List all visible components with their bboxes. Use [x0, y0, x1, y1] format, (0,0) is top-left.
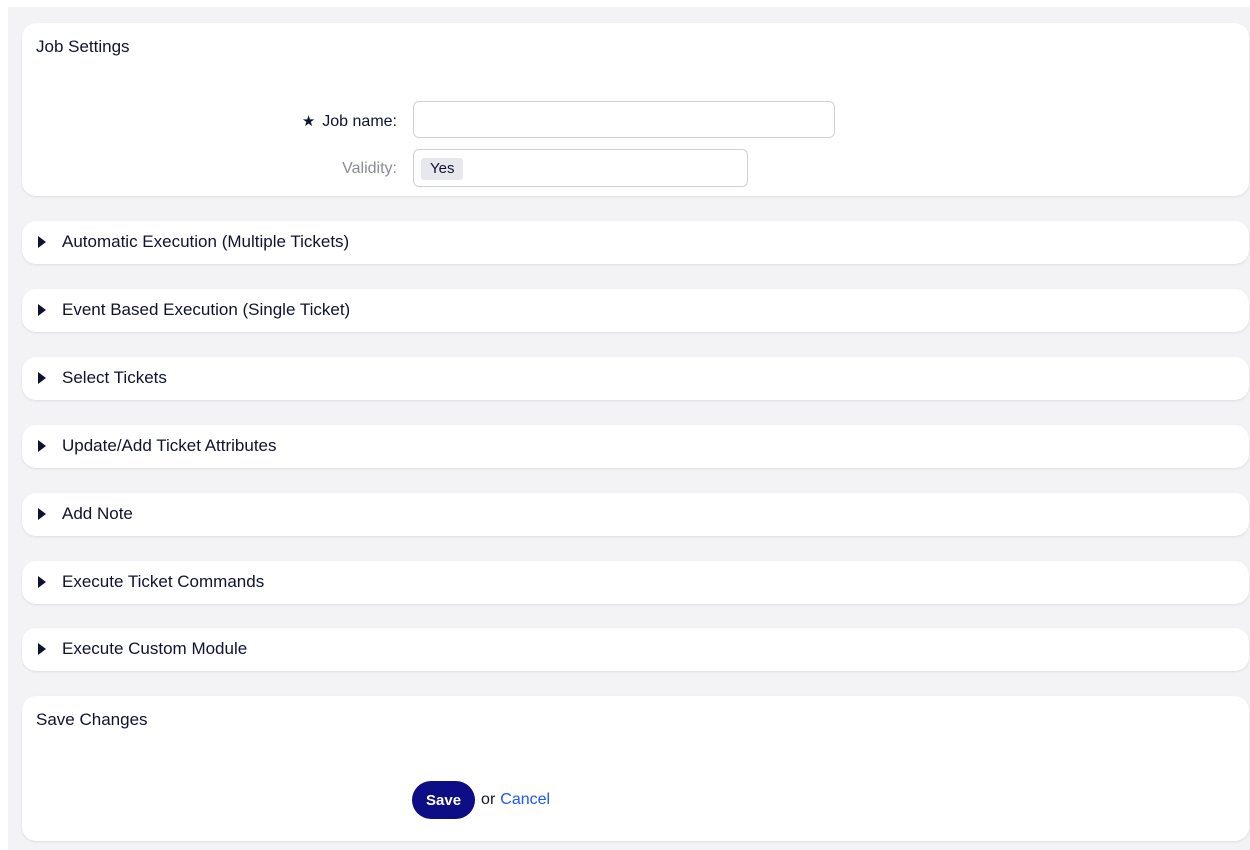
section-label: Event Based Execution (Single Ticket) [62, 300, 351, 319]
cancel-link[interactable]: Cancel [500, 791, 550, 809]
caret-right-icon [38, 372, 46, 384]
section-add-note[interactable]: Add Note [22, 493, 1249, 536]
required-star-icon: ★ [301, 113, 316, 130]
section-label: Execute Ticket Commands [62, 572, 265, 591]
section-label: Add Note [62, 504, 133, 523]
validity-row: Validity: Yes [22, 149, 1249, 189]
section-label: Execute Custom Module [62, 639, 248, 658]
section-select-tickets[interactable]: Select Tickets [22, 357, 1249, 400]
section-execute-custom-module[interactable]: Execute Custom Module [22, 628, 1249, 671]
caret-right-icon [38, 643, 46, 655]
save-changes-title: Save Changes [36, 710, 148, 729]
caret-right-icon [38, 304, 46, 316]
section-automatic-execution[interactable]: Automatic Execution (Multiple Tickets) [22, 221, 1249, 264]
section-execute-ticket-commands[interactable]: Execute Ticket Commands [22, 561, 1249, 604]
job-settings-panel: Job Settings ★ Job name: Validity: Yes [22, 23, 1249, 196]
or-text: or [481, 791, 496, 808]
section-event-based-execution[interactable]: Event Based Execution (Single Ticket) [22, 289, 1249, 332]
validity-selected-value: Yes [421, 158, 464, 180]
section-label: Update/Add Ticket Attributes [62, 436, 277, 455]
caret-right-icon [38, 440, 46, 452]
section-label: Select Tickets [62, 368, 167, 387]
page-canvas: Job Settings ★ Job name: Validity: Yes Au… [8, 7, 1250, 850]
section-label: Automatic Execution (Multiple Tickets) [62, 232, 350, 251]
job-name-input[interactable] [413, 101, 835, 138]
section-update-ticket-attributes[interactable]: Update/Add Ticket Attributes [22, 425, 1249, 468]
validity-select[interactable]: Yes [413, 149, 748, 187]
save-changes-panel: Save Changes Save or Cancel [22, 696, 1249, 841]
job-settings-title: Job Settings [36, 37, 130, 56]
job-name-label-text: Job name: [322, 113, 397, 130]
job-name-label: ★ Job name: [302, 112, 397, 131]
form-actions: Save or Cancel [412, 780, 550, 820]
caret-right-icon [38, 236, 46, 248]
caret-right-icon [38, 576, 46, 588]
save-button[interactable]: Save [412, 781, 476, 819]
caret-right-icon [38, 508, 46, 520]
job-name-row: ★ Job name: [22, 101, 1249, 141]
validity-label: Validity: [342, 160, 397, 177]
